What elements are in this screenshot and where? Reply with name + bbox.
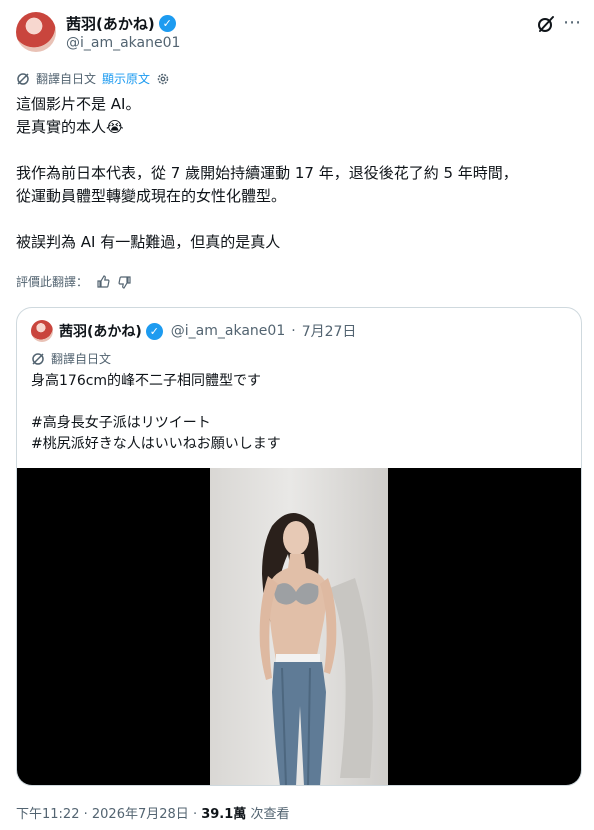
author-name-row[interactable]: 茜羽(あかね) ✓ bbox=[66, 13, 176, 34]
quoted-tweet-text: 身高176cm的峰不二子相同體型です #高身長女子派はリツイート #桃尻派好きな… bbox=[31, 371, 561, 455]
translation-row: 翻譯自日文 顯示原文 bbox=[16, 70, 170, 87]
tweet-line: 從運動員體型轉變成現在的女性化體型。 bbox=[16, 187, 287, 205]
tweet-line: 我作為前日本代表，從 7 歲開始持續運動 17 年，退役後花了約 5 年時間， bbox=[16, 164, 518, 182]
quoted-tweet-card[interactable]: 茜羽(あかね) ✓ @i_am_akane01 · 7月27日 翻譯自日文 身高… bbox=[16, 307, 582, 786]
translated-from-label: 翻譯自日文 bbox=[36, 72, 97, 86]
media-photo[interactable] bbox=[210, 468, 388, 785]
quoted-handle: @i_am_akane01 bbox=[170, 323, 286, 339]
thumbs-down-icon[interactable] bbox=[118, 275, 132, 289]
rate-translation-row: 評價此翻譯： bbox=[16, 273, 132, 290]
settings-gear-icon[interactable] bbox=[156, 72, 170, 86]
meta-separator: · bbox=[192, 807, 198, 822]
author-handle[interactable]: @i_am_akane01 bbox=[66, 35, 180, 51]
tweet-line: 這個影片不是 AI。 bbox=[16, 95, 141, 113]
thumbs-up-icon[interactable] bbox=[96, 274, 110, 289]
views-label: 次查看 bbox=[250, 807, 290, 822]
verified-badge-icon: ✓ bbox=[158, 15, 176, 32]
show-original-link[interactable]: 顯示原文 bbox=[102, 70, 150, 87]
quoted-translation-row: 翻譯自日文 bbox=[31, 350, 111, 367]
post-date[interactable]: 2026年7月28日 bbox=[92, 807, 189, 822]
tweet-line: 被誤判為 AI 有一點難過，但真的是真人 bbox=[16, 233, 281, 251]
more-options-icon[interactable]: ⋯ bbox=[563, 12, 582, 33]
tweet-meta-footer: 下午11:22 · 2026年7月28日 · 39.1萬 次查看 bbox=[16, 803, 289, 822]
translate-icon bbox=[17, 72, 29, 85]
grok-icon[interactable] bbox=[536, 14, 556, 34]
quoted-display-name[interactable]: 茜羽(あかね) bbox=[59, 321, 142, 341]
quoted-line bbox=[31, 392, 561, 413]
author-display-name[interactable]: 茜羽(あかね) bbox=[66, 13, 155, 34]
rate-translation-label: 評價此翻譯： bbox=[16, 275, 89, 289]
quoted-line: 身高176cm的峰不二子相同體型です bbox=[31, 373, 262, 389]
quoted-translated-label: 翻譯自日文 bbox=[51, 352, 112, 366]
verified-badge-icon: ✓ bbox=[145, 322, 163, 340]
quoted-author-avatar[interactable] bbox=[31, 320, 53, 342]
quoted-header: 茜羽(あかね) ✓ @i_am_akane01 · 7月27日 bbox=[59, 321, 356, 341]
views-count: 39.1萬 bbox=[201, 807, 247, 822]
meta-separator: · bbox=[83, 807, 88, 822]
quoted-line[interactable]: #高身長女子派はリツイート bbox=[31, 413, 561, 434]
tweet-line: 是真實的本人😭 bbox=[16, 118, 124, 136]
tweet-line bbox=[16, 139, 578, 162]
person-silhouette-image bbox=[259, 512, 373, 785]
quoted-media[interactable] bbox=[17, 468, 581, 785]
tweet-line bbox=[16, 208, 578, 231]
author-avatar[interactable] bbox=[16, 12, 56, 52]
quoted-separator: · bbox=[291, 323, 296, 339]
tweet-text: 這個影片不是 AI。 是真實的本人😭 我作為前日本代表，從 7 歲開始持續運動 … bbox=[16, 93, 578, 254]
quoted-date[interactable]: 7月27日 bbox=[302, 321, 357, 341]
translate-icon bbox=[32, 352, 44, 365]
post-time[interactable]: 下午11:22 bbox=[16, 807, 79, 822]
quoted-line[interactable]: #桃尻派好きな人はいいねお願いします bbox=[31, 434, 561, 455]
